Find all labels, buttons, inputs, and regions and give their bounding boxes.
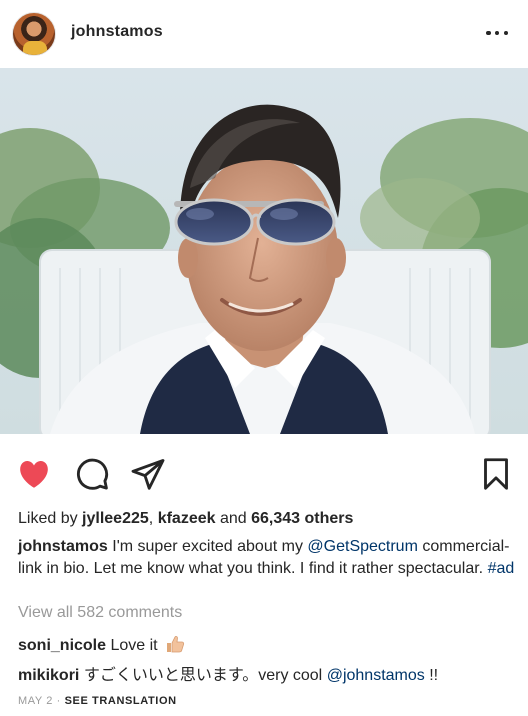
post-header: johnstamos	[0, 0, 528, 68]
liker-link[interactable]: kfazeek	[158, 510, 216, 527]
post-meta: MAY 2 · SEE TRANSLATION	[18, 695, 177, 707]
likes-line: Liked by jyllee225, kfazeek and 66,343 o…	[18, 508, 353, 530]
view-all-comments-link[interactable]: View all 582 comments	[18, 602, 182, 624]
comment-tail: !!	[429, 667, 439, 684]
liker-link[interactable]: jyllee225	[82, 510, 149, 527]
caption-text: I'm super excited about my	[112, 538, 303, 555]
see-translation-link[interactable]: SEE TRANSLATION	[65, 695, 177, 707]
avatar[interactable]	[12, 12, 56, 56]
comment-mention[interactable]: @johnstamos	[327, 667, 425, 684]
post-actions	[0, 434, 528, 510]
more-options-icon[interactable]	[486, 23, 508, 43]
caption-hashtag[interactable]: #ad	[488, 560, 515, 577]
post-username[interactable]: johnstamos	[71, 23, 163, 41]
post-photo[interactable]	[0, 68, 528, 434]
thumbs-up-icon	[165, 635, 185, 653]
caption-mention[interactable]: @GetSpectrum	[307, 538, 418, 555]
comment-text: すごくいいと思います。very cool	[83, 667, 323, 684]
comment-icon[interactable]	[74, 456, 110, 492]
comment-text: Love it	[110, 637, 158, 654]
comment-username[interactable]: mikikori	[18, 667, 79, 684]
meta-separator: ·	[56, 695, 61, 707]
heart-icon[interactable]	[16, 456, 52, 492]
post-caption: johnstamos I'm super excited about my @G…	[18, 536, 518, 580]
post-date: MAY 2	[18, 695, 53, 707]
post-photo-image	[0, 68, 528, 434]
caption-username[interactable]: johnstamos	[18, 538, 108, 555]
bookmark-icon[interactable]	[478, 456, 514, 492]
likes-and: and	[219, 510, 247, 527]
likes-prefix: Liked by	[18, 510, 78, 527]
comment-username[interactable]: soni_nicole	[18, 637, 106, 654]
likes-count-link[interactable]: 66,343 others	[251, 510, 353, 527]
comment: mikikori すごくいいと思います。very cool @johnstamo…	[18, 665, 438, 687]
send-icon[interactable]	[130, 456, 166, 492]
avatar-shirt	[23, 41, 47, 55]
likes-separator: ,	[148, 510, 154, 527]
comment: soni_nicole Love it	[18, 635, 185, 657]
